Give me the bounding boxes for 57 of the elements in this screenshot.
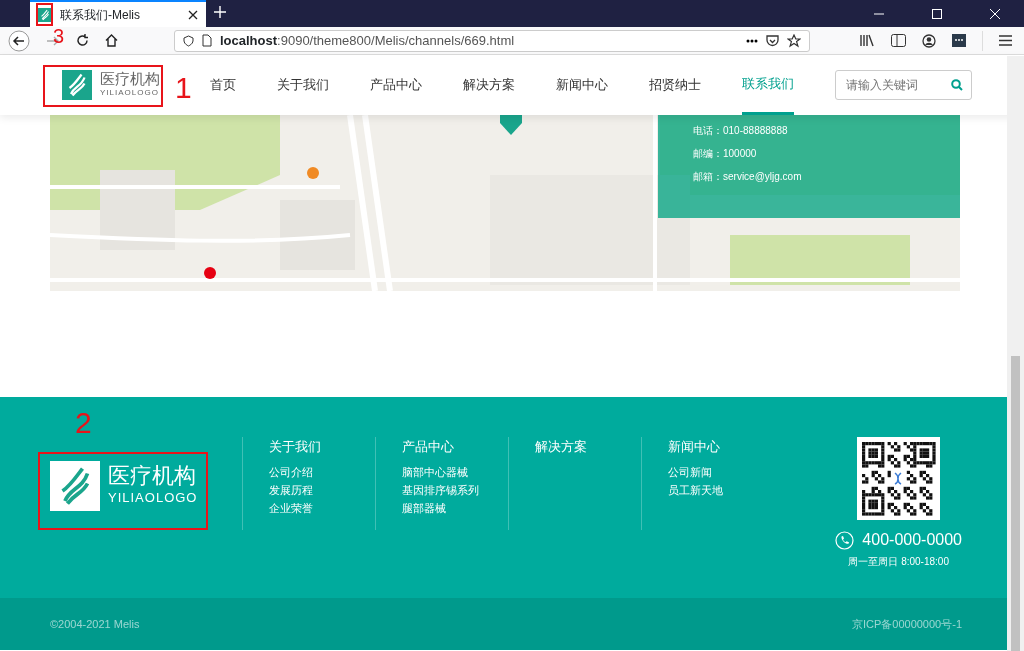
nav-link[interactable]: 产品中心 xyxy=(370,55,422,115)
address-bar[interactable]: localhost:9090/theme800/Melis/channels/669.html xyxy=(174,29,810,52)
scrollbar[interactable] xyxy=(1007,56,1024,651)
page-icon xyxy=(202,34,212,47)
account-icon[interactable] xyxy=(922,33,936,48)
footer-link[interactable]: 脑部中心器械 xyxy=(402,462,508,481)
annotation-number: 3 xyxy=(53,26,65,46)
logo-subtext: YILIAOLOGO xyxy=(108,489,198,508)
footer-column-title: 解决方案 xyxy=(535,438,588,456)
shield-icon xyxy=(183,34,194,47)
footer-column-title: 产品中心 xyxy=(402,438,455,456)
phone-icon xyxy=(835,530,855,550)
maximize-icon[interactable] xyxy=(932,8,942,19)
footer-column-title: 新闻中心 xyxy=(668,438,721,456)
nav-link[interactable]: 首页 xyxy=(210,55,236,115)
home-icon[interactable] xyxy=(105,34,118,47)
footer-link[interactable]: 腿部器械 xyxy=(402,498,508,517)
contact-line: 电话：010-88888888 xyxy=(693,124,789,138)
contact-line: 邮编：100000 xyxy=(693,147,758,161)
footer-link[interactable]: 公司新闻 xyxy=(668,462,774,481)
more-icon[interactable] xyxy=(746,38,758,43)
extension-icon[interactable] xyxy=(952,34,966,47)
nav-link[interactable]: 新闻中心 xyxy=(556,55,608,115)
annotation-number: 2 xyxy=(75,408,92,438)
annotation-box xyxy=(36,3,53,26)
copyright-text: ©2004-2021 Melis xyxy=(50,616,140,632)
footer-link[interactable]: 员工新天地 xyxy=(668,480,774,499)
contact-line: 邮箱：service@yljg.com xyxy=(693,170,803,184)
close-icon[interactable] xyxy=(188,9,198,20)
nav-link[interactable]: 解决方案 xyxy=(463,55,515,115)
search-box[interactable]: 请输入关键词 xyxy=(835,70,972,100)
qr-code-icon xyxy=(857,437,941,520)
annotation-number: 1 xyxy=(175,73,192,103)
footer-link[interactable]: 发展历程 xyxy=(269,480,375,499)
logo-subtext: YILIAOLOGO xyxy=(100,87,160,100)
pocket-icon[interactable] xyxy=(766,34,779,47)
star-icon[interactable] xyxy=(787,33,801,48)
nav-link[interactable]: 关于我们 xyxy=(277,55,329,115)
nav-link[interactable]: 招贤纳士 xyxy=(649,55,701,115)
back-icon[interactable] xyxy=(8,29,30,52)
logo-text: 医疗机构 xyxy=(100,70,160,88)
logo-text: 医疗机构 xyxy=(108,464,197,489)
library-icon[interactable] xyxy=(859,34,875,47)
sidebar-icon[interactable] xyxy=(891,34,906,47)
menu-icon[interactable] xyxy=(999,35,1012,46)
footer-link[interactable]: 公司介绍 xyxy=(269,462,375,481)
url-text: localhost:9090/theme800/Melis/channels/669.html xyxy=(220,31,516,50)
phone-number: 400-000-0000 xyxy=(862,530,962,550)
footer-link[interactable]: 企业荣誉 xyxy=(269,498,375,517)
footer-column-title: 关于我们 xyxy=(269,438,322,456)
service-hours: 周一至周日 8:00-18:00 xyxy=(848,555,949,569)
footer-link[interactable]: 基因排序锡系列 xyxy=(402,480,508,499)
new-tab-icon[interactable] xyxy=(214,5,226,18)
search-icon[interactable] xyxy=(951,79,963,91)
icp-text: 京ICP备00000000号-1 xyxy=(851,616,962,632)
favicon-icon xyxy=(38,7,52,22)
reload-icon[interactable] xyxy=(76,34,89,47)
